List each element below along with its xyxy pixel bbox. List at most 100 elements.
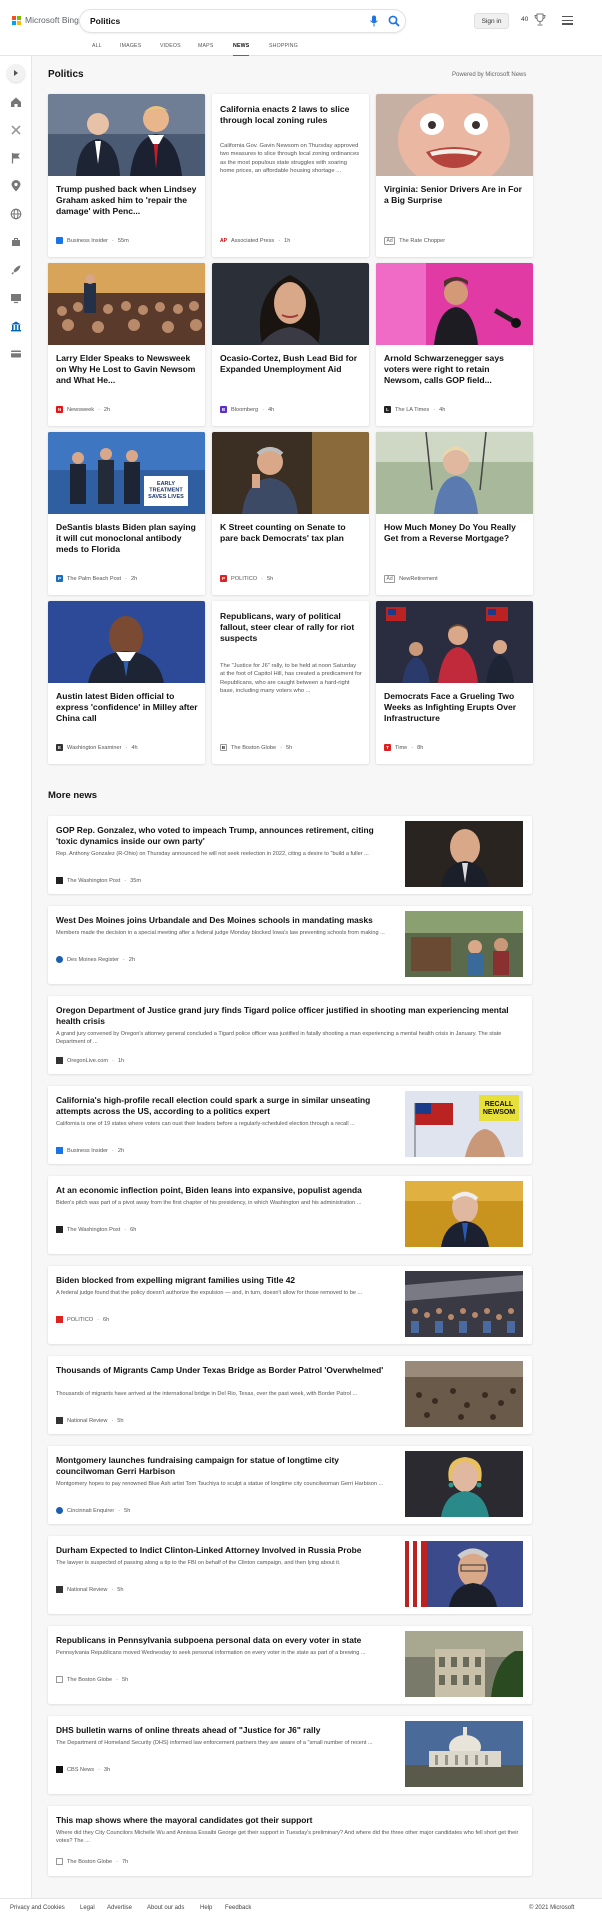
source-logo-icon [56, 1586, 63, 1593]
news-row[interactable]: Durham Expected to Indict Clinton-Linked… [48, 1536, 532, 1614]
tab-videos[interactable]: VIDEOS [160, 42, 181, 56]
rewards-points[interactable]: 40 [521, 16, 528, 23]
tv-icon[interactable] [10, 292, 22, 304]
tools-icon[interactable] [10, 124, 22, 136]
powered-by[interactable]: Powered by Microsoft News [452, 72, 526, 78]
card-image [376, 263, 533, 345]
row-image [405, 1721, 523, 1787]
row-source: National Review · 5h [56, 1417, 124, 1424]
footer-link-about-ads[interactable]: About our ads [147, 1905, 184, 1911]
row-snippet: Pennsylvania Republicans moved Wednesday… [56, 1650, 366, 1656]
news-row[interactable]: Montgomery launches fundraising campaign… [48, 1446, 532, 1524]
location-icon[interactable] [10, 180, 22, 192]
news-card[interactable]: EARLY TREATMENT SAVES LIVES DeSantis blast… [48, 432, 205, 595]
news-card[interactable]: California enacts 2 laws to slice throug… [212, 94, 369, 257]
tab-shopping[interactable]: SHOPPING [269, 42, 298, 56]
news-card[interactable]: Arnold Schwarzenegger says voters were r… [376, 263, 533, 426]
card-icon[interactable] [10, 348, 22, 360]
tab-all[interactable]: ALL [92, 42, 102, 56]
bank-icon[interactable] [10, 320, 22, 332]
news-card[interactable]: K Street counting on Senate to pare back… [212, 432, 369, 595]
row-image [405, 1181, 523, 1247]
news-row[interactable]: Republicans in Pennsylvania subpoena per… [48, 1626, 532, 1704]
footer-link-feedback[interactable]: Feedback [225, 1905, 251, 1911]
mic-icon[interactable] [369, 15, 379, 27]
card-snippet: The "Justice for J6" rally, to be held a… [220, 663, 362, 695]
card-title: Trump pushed back when Lindsey Graham as… [56, 184, 197, 217]
news-row[interactable]: This map shows where the mayoral candida… [48, 1806, 532, 1876]
card-title: California enacts 2 laws to slice throug… [220, 104, 350, 126]
tab-images[interactable]: IMAGES [120, 42, 141, 56]
news-row[interactable]: California's high-profile recall electio… [48, 1086, 532, 1164]
news-row[interactable]: GOP Rep. Gonzalez, who voted to impeach … [48, 816, 532, 894]
row-title: California's high-profile recall electio… [56, 1095, 371, 1116]
footer-link-privacy[interactable]: Privacy and Cookies [10, 1905, 65, 1911]
row-image [405, 1361, 523, 1427]
row-title: DHS bulletin warns of online threats ahe… [56, 1725, 321, 1735]
card-image [376, 432, 533, 514]
source-logo-icon [56, 1507, 63, 1514]
news-card[interactable]: Austin latest Biden official to express … [48, 601, 205, 764]
card-image [48, 601, 205, 683]
tab-news[interactable]: NEWS [233, 42, 250, 56]
home-icon[interactable] [10, 96, 22, 108]
news-card[interactable]: Republicans, wary of political fallout, … [212, 601, 369, 764]
row-title: Montgomery launches fundraising campaign… [56, 1455, 339, 1476]
footer-link-help[interactable]: Help [200, 1905, 212, 1911]
rocket-icon[interactable] [10, 264, 22, 276]
card-source: Ad The Rate Chopper [384, 237, 445, 245]
row-snippet: California is one of 19 states where vot… [56, 1121, 355, 1127]
expand-rail-button[interactable] [7, 64, 25, 82]
bing-logo[interactable]: Microsoft Bing [12, 15, 79, 25]
news-card[interactable]: Larry Elder Speaks to Newsweek on Why He… [48, 263, 205, 426]
news-card[interactable]: Democrats Face a Grueling Two Weeks as I… [376, 601, 533, 764]
card-title: Austin latest Biden official to express … [56, 691, 198, 724]
card-title: Arnold Schwarzenegger says voters were r… [384, 353, 504, 386]
source-logo-icon [56, 1858, 63, 1865]
search-icon[interactable] [388, 15, 400, 27]
row-snippet: Rep. Anthony Gonzalez (R-Ohio) on Thursd… [56, 851, 369, 857]
row-source: Business Insider · 2h [56, 1147, 124, 1154]
news-row[interactable]: At an economic inflection point, Biden l… [48, 1176, 532, 1254]
ad-card[interactable]: Virginia: Senior Drivers Are in For a Bi… [376, 94, 533, 257]
search-input[interactable] [90, 14, 350, 28]
row-source: The Washington Post · 35m [56, 877, 141, 884]
menu-icon[interactable] [562, 16, 573, 25]
card-title: DeSantis blasts Biden plan saying it wil… [56, 522, 196, 555]
source-logo-icon [56, 1226, 63, 1233]
card-image [212, 263, 369, 345]
news-card[interactable]: Ocasio-Cortez, Bush Lead Bid for Expande… [212, 263, 369, 426]
news-card[interactable]: Trump pushed back when Lindsey Graham as… [48, 94, 205, 257]
card-image [376, 601, 533, 683]
news-row[interactable]: DHS bulletin warns of online threats ahe… [48, 1716, 532, 1794]
source-logo-icon [56, 1766, 63, 1773]
globe-icon[interactable] [10, 208, 22, 220]
flag-icon[interactable] [10, 152, 22, 164]
ad-card[interactable]: How Much Money Do You Really Get from a … [376, 432, 533, 595]
card-snippet: California Gov. Gavin Newsom on Thursday… [220, 143, 360, 175]
card-source: L The LA Times · 4h [384, 406, 445, 413]
row-title: Oregon Department of Justice grand jury … [56, 1005, 509, 1026]
left-rail [0, 56, 32, 1917]
source-logo-icon: E [56, 744, 63, 751]
news-row[interactable]: Thousands of Migrants Camp Under Texas B… [48, 1356, 532, 1434]
row-image [405, 1271, 523, 1337]
sign-in-button[interactable]: Sign in [474, 13, 509, 29]
footer-link-legal[interactable]: Legal [80, 1905, 95, 1911]
row-snippet: Members made the decision in a special m… [56, 930, 385, 936]
scope-tabs: ALL IMAGES VIDEOS MAPS NEWS SHOPPING [0, 42, 602, 56]
card-source: B The Boston Globe · 5h [220, 744, 293, 751]
row-image [405, 911, 523, 977]
news-row[interactable]: Biden blocked from expelling migrant fam… [48, 1266, 532, 1344]
row-source: National Review · 5h [56, 1586, 124, 1593]
news-row[interactable]: West Des Moines joins Urbandale and Des … [48, 906, 532, 984]
tab-maps[interactable]: MAPS [198, 42, 214, 56]
row-image [405, 821, 523, 887]
news-row[interactable]: Oregon Department of Justice grand jury … [48, 996, 532, 1074]
ad-badge: Ad [384, 575, 396, 583]
trophy-icon[interactable] [534, 13, 546, 27]
card-image [376, 94, 533, 176]
card-image [212, 432, 369, 514]
briefcase-icon[interactable] [10, 236, 22, 248]
footer-link-advertise[interactable]: Advertise [107, 1905, 132, 1911]
